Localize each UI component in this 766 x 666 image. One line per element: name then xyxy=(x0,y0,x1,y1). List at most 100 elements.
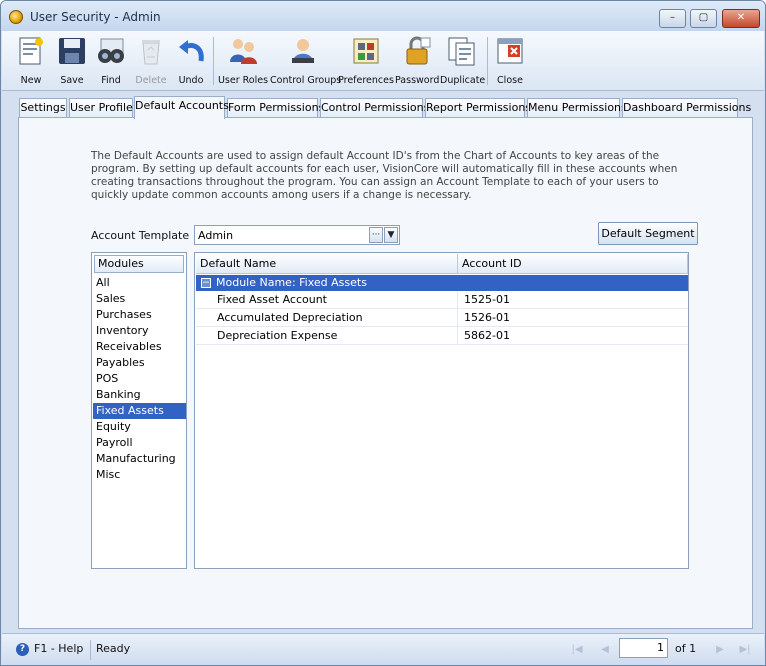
module-item-purchases[interactable]: Purchases xyxy=(93,307,186,323)
account-id-cell[interactable]: 1526-01 xyxy=(464,311,510,324)
module-item-pos[interactable]: POS xyxy=(93,371,186,387)
toolbar: New Save Find Delete Undo User Roles Con… xyxy=(2,31,764,91)
find-label: Find xyxy=(101,75,121,86)
group-label: Module Name: Fixed Assets xyxy=(216,276,367,289)
module-item-sales[interactable]: Sales xyxy=(93,291,186,307)
module-item-receivables[interactable]: Receivables xyxy=(93,339,186,355)
module-item-all[interactable]: All xyxy=(93,275,186,291)
close-button[interactable]: Close xyxy=(492,34,528,88)
module-item-equity[interactable]: Equity xyxy=(93,419,186,435)
undo-label: Undo xyxy=(178,75,204,86)
module-item-inventory[interactable]: Inventory xyxy=(93,323,186,339)
module-item-banking[interactable]: Banking xyxy=(93,387,186,403)
collapse-icon[interactable]: − xyxy=(201,278,211,288)
duplicate-icon xyxy=(446,35,478,67)
ellipsis-button[interactable]: ··· xyxy=(369,227,383,243)
binoculars-icon xyxy=(95,35,127,67)
password-label: Password xyxy=(395,75,440,86)
column-divider xyxy=(457,291,458,309)
new-button[interactable]: New xyxy=(10,34,52,88)
previous-page-button[interactable]: ◀ xyxy=(598,643,612,657)
close-label: Close xyxy=(497,75,523,86)
preferences-label: Preferences xyxy=(338,75,394,86)
minimize-button[interactable]: – xyxy=(659,9,686,28)
preferences-button[interactable]: Preferences xyxy=(338,34,394,88)
default-name-cell: Depreciation Expense xyxy=(217,329,338,342)
module-item-misc[interactable]: Misc xyxy=(93,467,186,483)
default-accounts-grid: Default Name Account ID − Module Name: F… xyxy=(194,252,689,569)
module-item-payroll[interactable]: Payroll xyxy=(93,435,186,451)
module-item-manufacturing[interactable]: Manufacturing xyxy=(93,451,186,467)
tab-menu-permissions[interactable]: Menu Permissions xyxy=(527,98,627,118)
help-icon[interactable]: ? xyxy=(16,643,29,656)
default-name-cell: Accumulated Depreciation xyxy=(217,311,363,324)
new-document-icon xyxy=(15,35,47,67)
duplicate-button[interactable]: Duplicate xyxy=(440,34,486,88)
first-page-button[interactable]: |◀ xyxy=(570,643,584,657)
tab-control-permissions[interactable]: Control Permissions xyxy=(320,98,429,118)
description-text: The Default Accounts are used to assign … xyxy=(91,150,678,201)
column-header-account-id[interactable]: Account ID xyxy=(458,254,688,274)
duplicate-label: Duplicate xyxy=(440,75,486,86)
column-divider xyxy=(457,327,458,345)
next-page-button[interactable]: ▶ xyxy=(713,643,727,657)
default-segment-button[interactable]: Default Segment xyxy=(598,222,698,245)
maximize-button[interactable]: ▢ xyxy=(690,9,717,28)
undo-arrow-icon xyxy=(175,35,207,67)
default-accounts-panel: The Default Accounts are used to assign … xyxy=(18,117,753,629)
status-separator xyxy=(90,640,91,660)
default-name-cell: Fixed Asset Account xyxy=(217,293,327,306)
tab-default-accounts[interactable]: Default Accounts xyxy=(134,96,229,119)
account-template-value: Admin xyxy=(198,229,234,242)
modules-header: Modules xyxy=(94,255,184,273)
group-row-fixed-assets[interactable]: − Module Name: Fixed Assets xyxy=(196,275,688,291)
module-item-fixed-assets[interactable]: Fixed Assets xyxy=(93,403,186,419)
password-button[interactable]: Password xyxy=(395,34,439,88)
close-window-icon xyxy=(494,35,526,67)
app-icon xyxy=(9,10,23,24)
module-item-payables[interactable]: Payables xyxy=(93,355,186,371)
tab-dashboard-permissions[interactable]: Dashboard Permissions xyxy=(622,98,751,118)
last-page-button[interactable]: ▶| xyxy=(738,643,752,657)
table-row[interactable]: Fixed Asset Account 1525-01 xyxy=(196,291,688,309)
control-groups-icon xyxy=(287,35,319,67)
toolbar-separator xyxy=(487,37,488,85)
dropdown-arrow-icon[interactable]: ▼ xyxy=(384,227,398,243)
new-label: New xyxy=(20,75,42,86)
close-window-button[interactable]: ✕ xyxy=(722,9,760,28)
user-roles-icon xyxy=(227,35,259,67)
status-bar: ? F1 - Help Ready |◀ ◀ 1 of 1 ▶ ▶| xyxy=(2,633,764,665)
column-divider xyxy=(457,309,458,327)
status-text: Ready xyxy=(96,642,131,655)
delete-label: Delete xyxy=(135,75,167,86)
tab-report-permissions[interactable]: Report Permissions xyxy=(425,98,531,118)
modules-list: Modules All Sales Purchases Inventory Re… xyxy=(91,252,187,569)
account-template-combo[interactable]: Admin ··· ▼ xyxy=(194,225,400,245)
user-roles-label: User Roles xyxy=(217,75,269,86)
page-number-input[interactable]: 1 xyxy=(619,638,668,658)
toolbar-separator xyxy=(213,37,214,85)
control-groups-label: Control Groups xyxy=(270,75,342,86)
column-header-default-name[interactable]: Default Name xyxy=(196,254,458,274)
tab-bar: Settings User Profile Default Accounts F… xyxy=(17,96,757,119)
account-template-label: Account Template xyxy=(91,229,190,242)
account-id-cell[interactable]: 1525-01 xyxy=(464,293,510,306)
control-groups-button[interactable]: Control Groups xyxy=(270,34,342,88)
table-row[interactable]: Accumulated Depreciation 1526-01 xyxy=(196,309,688,327)
table-row[interactable]: Depreciation Expense 5862-01 xyxy=(196,327,688,345)
title-bar[interactable]: User Security - Admin – ▢ ✕ xyxy=(1,1,765,31)
find-button[interactable]: Find xyxy=(92,34,130,88)
tab-form-permissions[interactable]: Form Permissions xyxy=(227,98,324,118)
tab-settings[interactable]: Settings xyxy=(19,98,67,118)
save-label: Save xyxy=(60,75,84,86)
help-label[interactable]: F1 - Help xyxy=(34,642,83,655)
save-button[interactable]: Save xyxy=(54,34,90,88)
floppy-disk-icon xyxy=(56,35,88,67)
password-lock-icon xyxy=(401,35,433,67)
undo-button[interactable]: Undo xyxy=(172,34,210,88)
tab-user-profile[interactable]: User Profile xyxy=(69,98,133,118)
account-id-cell[interactable]: 5862-01 xyxy=(464,329,510,342)
delete-button[interactable]: Delete xyxy=(132,34,170,88)
user-roles-button[interactable]: User Roles xyxy=(217,34,269,88)
window-title: User Security - Admin xyxy=(30,10,161,24)
